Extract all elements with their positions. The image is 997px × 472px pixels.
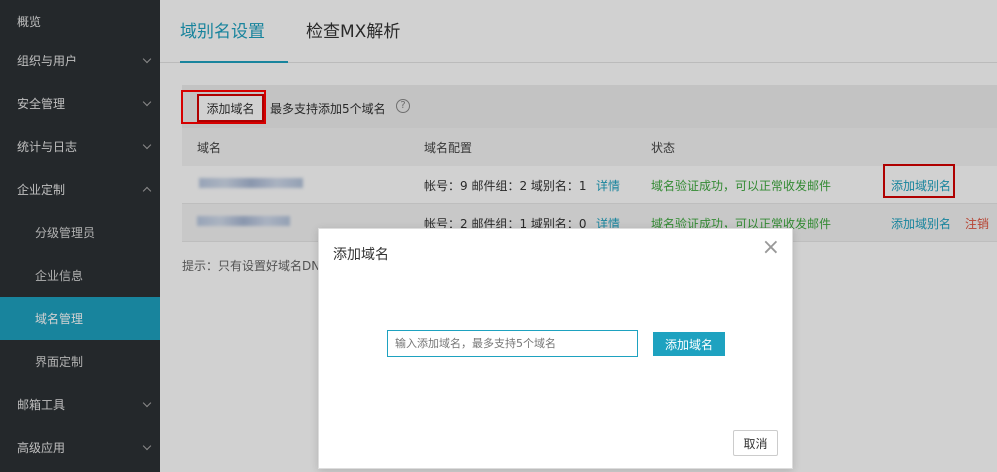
add-domain-dialog: 添加域名 × 添加域名 取消 (318, 228, 793, 469)
domain-input[interactable] (387, 330, 638, 357)
dialog-title: 添加域名 (333, 247, 389, 263)
close-icon[interactable]: × (762, 237, 780, 259)
highlight-box (181, 90, 266, 124)
cancel-button[interactable]: 取消 (733, 430, 778, 456)
dialog-add-domain-button[interactable]: 添加域名 (653, 332, 725, 356)
